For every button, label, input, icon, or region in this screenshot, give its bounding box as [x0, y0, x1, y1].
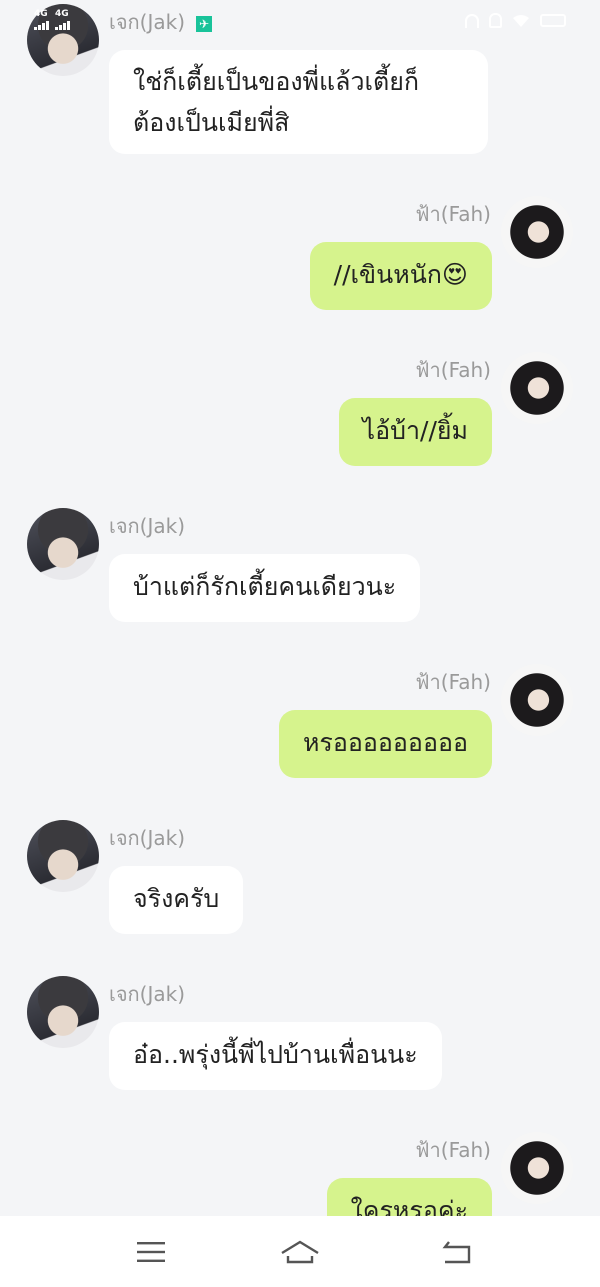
navigation-bar — [0, 1216, 600, 1287]
message-text: ใช่ก็เตี้ยเป็นของพี่แล้วเตี้ยก็ — [133, 67, 420, 96]
message-bubble[interactable]: บ้าแต่ก็รักเตี้ยคนเดียวนะ — [109, 554, 421, 622]
message-text: หรอออออออออ — [302, 728, 468, 757]
status-right — [465, 13, 566, 28]
menu-icon[interactable] — [135, 1238, 167, 1266]
message-text: อ๋อ..พรุ่งนี้พี่ไปบ้านเพื่อนนะ — [133, 1040, 418, 1069]
mute-bell-icon — [489, 13, 502, 28]
back-icon[interactable] — [441, 1238, 473, 1266]
signal-icon: 4G — [55, 10, 70, 30]
sender-name: เจก(Jak) — [109, 514, 186, 538]
message-text: บ้าแต่ก็รักเตี้ยคนเดียวนะ — [133, 572, 397, 601]
message-bubble[interactable]: ไอ้บ้า//ยิ้ม — [338, 398, 492, 466]
avatar[interactable] — [27, 508, 99, 580]
message-bubble[interactable]: จริงครับ — [109, 866, 244, 934]
signal-icon: 4G — [34, 10, 49, 30]
message-bubble[interactable]: อ๋อ..พรุ่งนี้พี่ไปบ้านเพื่อนนะ — [109, 1022, 442, 1090]
sender-name: ฟ้า(Fah) — [415, 358, 491, 382]
status-left: 4G 4G ✈ — [34, 10, 212, 32]
avatar[interactable] — [27, 820, 99, 892]
wifi-icon — [513, 14, 529, 27]
avatar[interactable] — [501, 664, 573, 736]
avatar[interactable] — [501, 1132, 573, 1204]
message-bubble[interactable]: ใช่ก็เตี้ยเป็นของพี่แล้วเตี้ยก็ ต้องเป็น… — [109, 50, 488, 154]
avatar[interactable] — [27, 976, 99, 1048]
message-text: //เขินหนัก😍 — [333, 260, 468, 289]
message-text: จริงครับ — [133, 884, 220, 913]
network-type-label: 4G — [34, 9, 48, 19]
sender-name: ฟ้า(Fah) — [415, 202, 491, 226]
message-bubble[interactable]: //เขินหนัก😍 — [309, 242, 492, 310]
headphones-icon — [465, 13, 479, 28]
home-icon[interactable] — [280, 1238, 320, 1266]
avatar[interactable] — [501, 196, 573, 268]
sender-name: เจก(Jak) — [109, 826, 186, 850]
sender-name: ฟ้า(Fah) — [415, 670, 491, 694]
message-text: ต้องเป็นเมียพี่สิ — [133, 108, 290, 137]
avatar[interactable] — [501, 352, 573, 424]
message-bubble[interactable]: หรอออออออออ — [278, 710, 492, 778]
sender-name: เจก(Jak) — [109, 982, 186, 1006]
running-app-icon: ✈ — [196, 16, 212, 32]
message-text: ไอ้บ้า//ยิ้ม — [362, 416, 468, 445]
sender-name: ฟ้า(Fah) — [415, 1138, 491, 1162]
battery-icon — [540, 14, 566, 27]
status-bar: 4G 4G ✈ — [0, 0, 600, 44]
network-type-label: 4G — [55, 9, 69, 19]
